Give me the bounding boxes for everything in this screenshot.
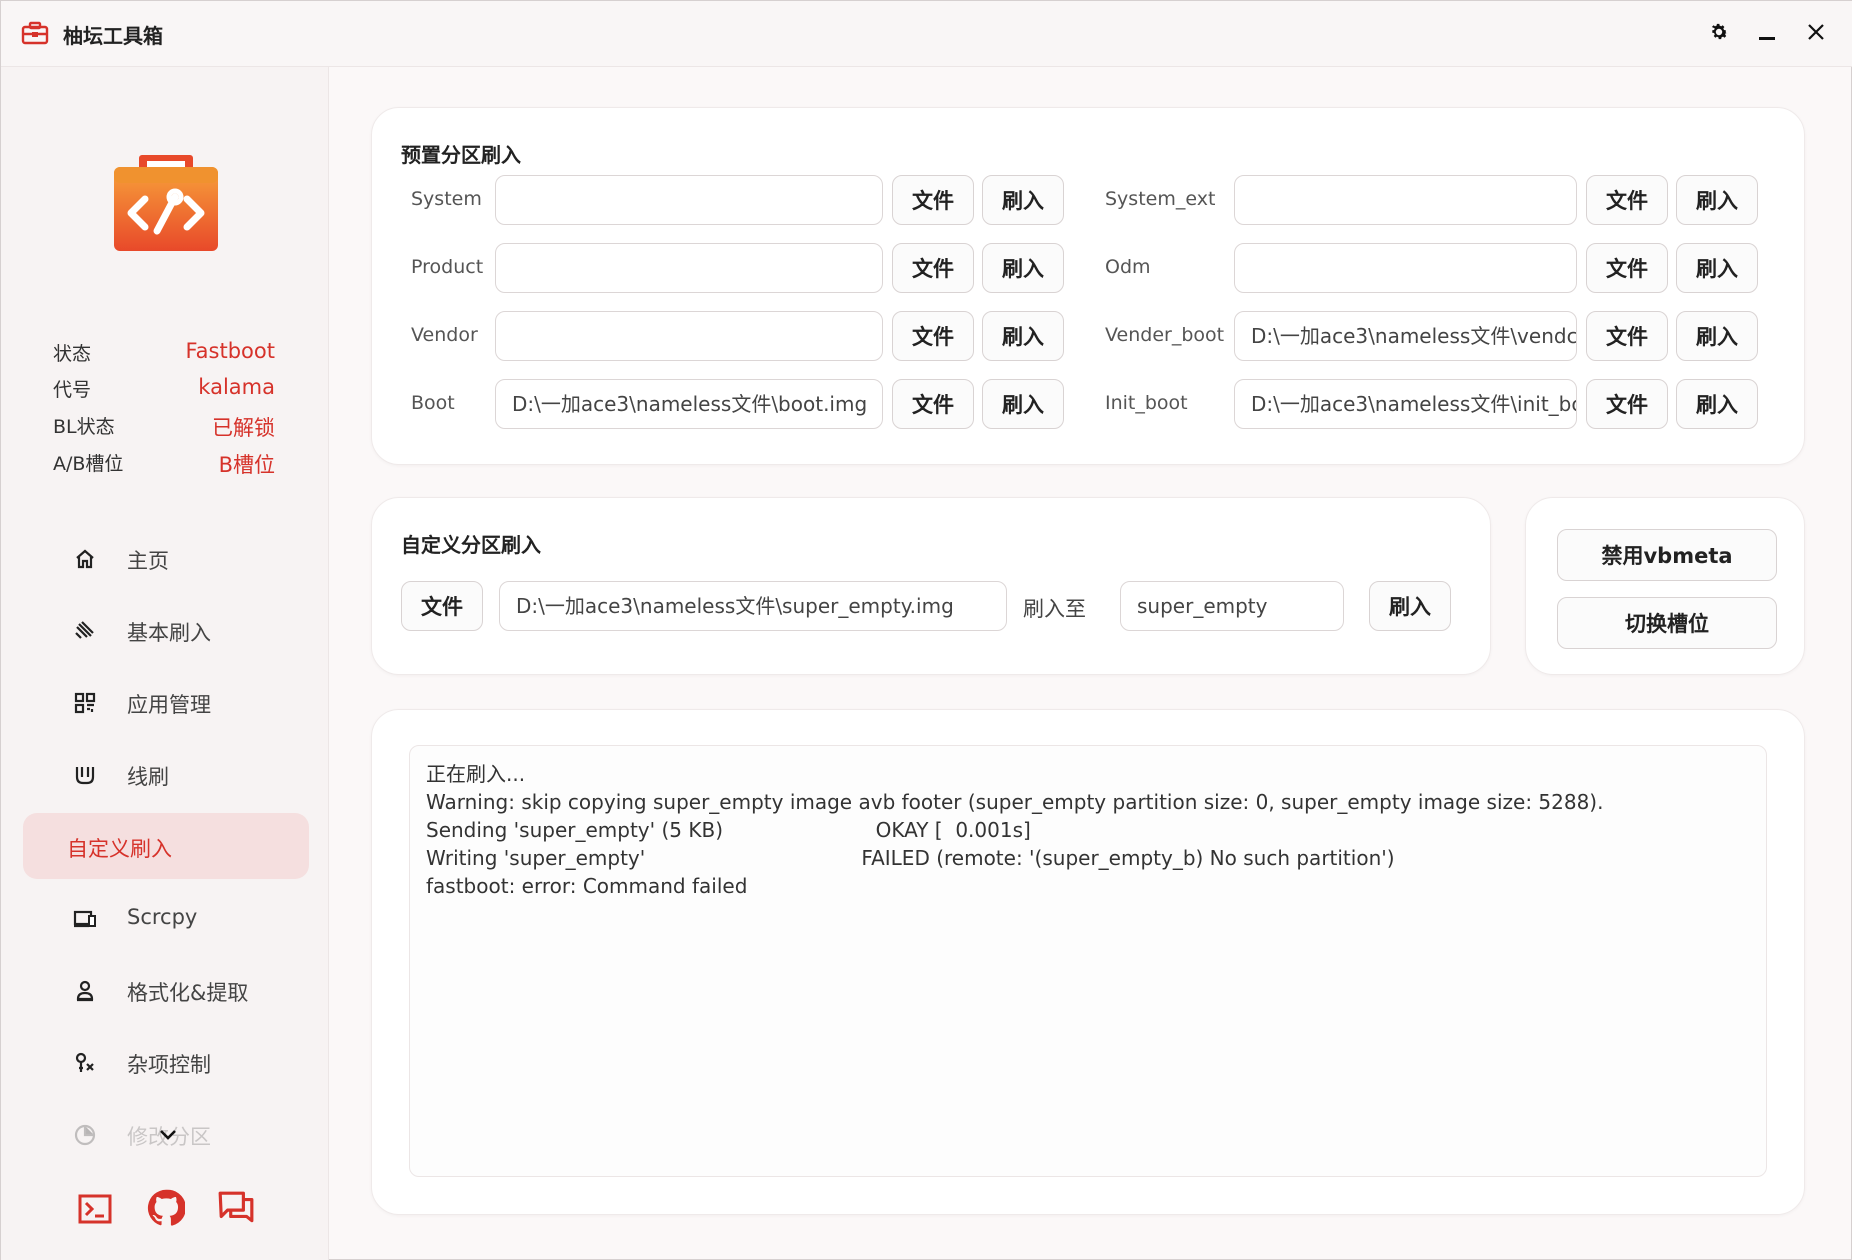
system-flash-button[interactable]: 刷入 bbox=[982, 175, 1064, 225]
custom-flash-button[interactable]: 刷入 bbox=[1369, 581, 1451, 631]
close-icon bbox=[1807, 23, 1825, 45]
status-value: kalama bbox=[198, 375, 275, 399]
system-ext-path-input[interactable] bbox=[1234, 175, 1577, 225]
disable-vbmeta-button[interactable]: 禁用vbmeta bbox=[1557, 529, 1777, 581]
partition-label-vendor: Vendor bbox=[411, 324, 478, 346]
feedback-icon[interactable] bbox=[217, 1189, 257, 1229]
status-row-slot: A/B槽位 B槽位 bbox=[53, 449, 275, 479]
status-label: BL状态 bbox=[53, 416, 115, 438]
log-line: Writing 'super_empty' FAILED (remote: '(… bbox=[426, 846, 1395, 870]
flash-icon bbox=[73, 619, 97, 643]
log-output[interactable]: 正在刷入... Warning: skip copying super_empt… bbox=[409, 745, 1767, 1177]
nav-label: 格式化&提取 bbox=[127, 981, 249, 1005]
nav-item-apps[interactable]: 应用管理 bbox=[23, 669, 309, 735]
toolbox-icon bbox=[21, 21, 49, 45]
nav-item-wire-flash[interactable]: 线刷 bbox=[23, 741, 309, 807]
partition-label-init-boot: Init_boot bbox=[1105, 392, 1188, 414]
title-bar: 柚坛工具箱 bbox=[1, 1, 1852, 67]
status-value: 已解锁 bbox=[212, 416, 275, 440]
format-icon bbox=[73, 979, 97, 1003]
nav-item-scrcpy[interactable]: Scrcpy bbox=[23, 885, 309, 951]
nav-item-basic-flash[interactable]: 基本刷入 bbox=[23, 597, 309, 663]
vender-boot-flash-button[interactable]: 刷入 bbox=[1676, 311, 1758, 361]
init-boot-flash-button[interactable]: 刷入 bbox=[1676, 379, 1758, 429]
partition-label-boot: Boot bbox=[411, 392, 455, 414]
status-value: Fastboot bbox=[185, 339, 275, 363]
target-partition-input[interactable]: super_empty bbox=[1120, 581, 1344, 631]
app-window: 柚坛工具箱 状态 Fastboot 代号 kalama BL状态 已解锁 A/B… bbox=[0, 0, 1852, 1260]
sidebar: 状态 Fastboot 代号 kalama BL状态 已解锁 A/B槽位 B槽位… bbox=[1, 67, 329, 1260]
init-boot-file-button[interactable]: 文件 bbox=[1586, 379, 1668, 429]
status-row-state: 状态 Fastboot bbox=[53, 339, 275, 369]
log-line: Sending 'super_empty' (5 KB) OKAY [ 0.00… bbox=[426, 818, 1031, 842]
odm-file-button[interactable]: 文件 bbox=[1586, 243, 1668, 293]
screen-icon bbox=[73, 907, 97, 931]
status-row-codename: 代号 kalama bbox=[53, 375, 275, 405]
github-icon[interactable] bbox=[147, 1189, 187, 1229]
custom-file-button[interactable]: 文件 bbox=[401, 581, 483, 631]
minimize-button[interactable] bbox=[1749, 17, 1785, 51]
partition-label-system: System bbox=[411, 188, 482, 210]
nav-label: 主页 bbox=[127, 549, 169, 573]
misc-icon bbox=[73, 1051, 97, 1075]
boot-flash-button[interactable]: 刷入 bbox=[982, 379, 1064, 429]
gear-icon bbox=[1708, 21, 1730, 47]
partition-label-product: Product bbox=[411, 256, 484, 278]
status-label: 代号 bbox=[53, 379, 92, 401]
chevron-down-icon[interactable] bbox=[158, 1127, 178, 1141]
odm-flash-button[interactable]: 刷入 bbox=[1676, 243, 1758, 293]
nav-label: 自定义刷入 bbox=[67, 837, 172, 861]
nav-item-format-extract[interactable]: 格式化&提取 bbox=[23, 957, 309, 1023]
flash-to-label: 刷入至 bbox=[1023, 597, 1086, 621]
status-value: B槽位 bbox=[218, 453, 275, 477]
vender-boot-file-button[interactable]: 文件 bbox=[1586, 311, 1668, 361]
nav-item-custom-flash[interactable]: 自定义刷入 bbox=[23, 813, 309, 879]
partition-label-system-ext: System_ext bbox=[1105, 188, 1216, 210]
custom-file-path-input[interactable]: D:\一加ace3\nameless文件\super_empty.img bbox=[499, 581, 1007, 631]
boot-path-input[interactable]: D:\一加ace3\nameless文件\boot.img bbox=[495, 379, 883, 429]
nav-item-misc[interactable]: 杂项控制 bbox=[23, 1029, 309, 1095]
partition-label-vender-boot: Vender_boot bbox=[1105, 324, 1225, 346]
system-ext-file-button[interactable]: 文件 bbox=[1586, 175, 1668, 225]
partition-icon bbox=[73, 1123, 97, 1147]
system-file-button[interactable]: 文件 bbox=[892, 175, 974, 225]
preset-section-title: 预置分区刷入 bbox=[401, 143, 521, 167]
custom-section-title: 自定义分区刷入 bbox=[401, 533, 541, 557]
close-button[interactable] bbox=[1798, 17, 1834, 51]
vendor-flash-button[interactable]: 刷入 bbox=[982, 311, 1064, 361]
nav-label: 线刷 bbox=[127, 765, 169, 789]
home-icon bbox=[73, 547, 97, 571]
status-label: A/B槽位 bbox=[53, 453, 124, 475]
log-line: 正在刷入... bbox=[426, 762, 526, 786]
log-line: Warning: skip copying super_empty image … bbox=[426, 790, 1604, 814]
settings-button[interactable] bbox=[1701, 17, 1737, 51]
system-ext-flash-button[interactable]: 刷入 bbox=[1676, 175, 1758, 225]
switch-slot-button[interactable]: 切换槽位 bbox=[1557, 597, 1777, 649]
product-file-button[interactable]: 文件 bbox=[892, 243, 974, 293]
nav-label: 杂项控制 bbox=[127, 1053, 211, 1077]
product-flash-button[interactable]: 刷入 bbox=[982, 243, 1064, 293]
vender-boot-path-input[interactable]: D:\一加ace3\nameless文件\vendc bbox=[1234, 311, 1577, 361]
nav-label: 基本刷入 bbox=[127, 621, 211, 645]
init-boot-path-input[interactable]: D:\一加ace3\nameless文件\init_bc bbox=[1234, 379, 1577, 429]
vendor-file-button[interactable]: 文件 bbox=[892, 311, 974, 361]
minimize-icon bbox=[1758, 23, 1776, 45]
system-path-input[interactable] bbox=[495, 175, 883, 225]
status-label: 状态 bbox=[53, 343, 92, 365]
nav-item-home[interactable]: 主页 bbox=[23, 525, 309, 591]
status-row-bl: BL状态 已解锁 bbox=[53, 412, 275, 442]
nav-label: Scrcpy bbox=[127, 905, 198, 929]
apps-icon bbox=[73, 691, 97, 715]
product-path-input[interactable] bbox=[495, 243, 883, 293]
boot-file-button[interactable]: 文件 bbox=[892, 379, 974, 429]
log-line: fastboot: error: Command failed bbox=[426, 874, 748, 898]
vendor-path-input[interactable] bbox=[495, 311, 883, 361]
terminal-icon[interactable] bbox=[77, 1191, 117, 1231]
odm-path-input[interactable] bbox=[1234, 243, 1577, 293]
nav-label: 应用管理 bbox=[127, 693, 211, 717]
partition-label-odm: Odm bbox=[1105, 256, 1151, 278]
app-logo bbox=[111, 153, 221, 253]
wire-flash-icon bbox=[73, 763, 97, 787]
app-title: 柚坛工具箱 bbox=[63, 24, 163, 48]
